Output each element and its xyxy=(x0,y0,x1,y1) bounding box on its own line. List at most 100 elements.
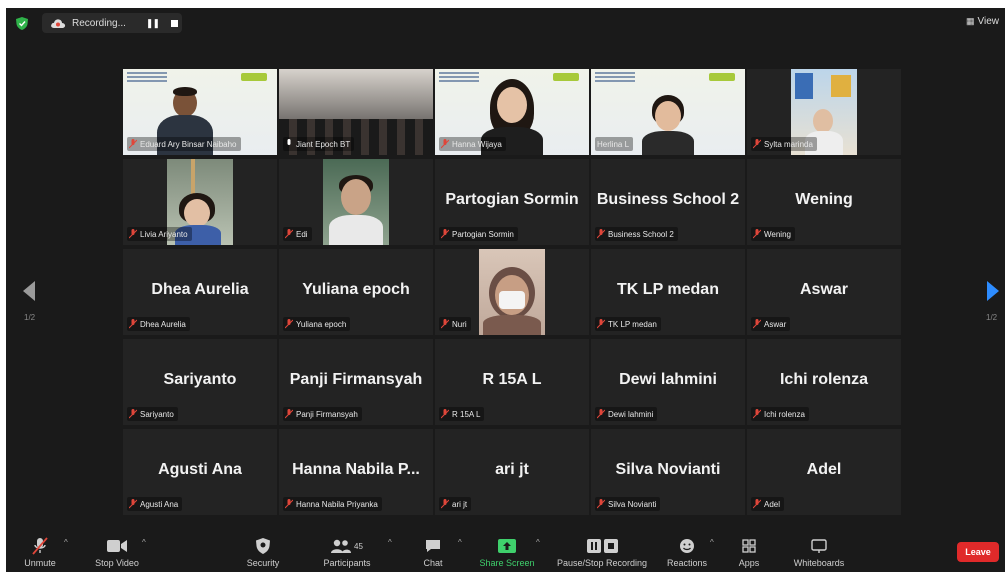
muted-mic-icon xyxy=(753,139,761,149)
security-button[interactable]: Security xyxy=(228,536,298,568)
security-shield-icon[interactable] xyxy=(16,17,28,30)
leave-button[interactable]: Leave xyxy=(957,542,999,562)
participant-tile[interactable]: Aswar Aswar xyxy=(747,249,901,335)
recording-label: Recording... xyxy=(72,17,126,29)
participant-name-label: Herlina L xyxy=(595,137,634,151)
participant-name: Livia Ariyanto xyxy=(140,229,188,239)
participant-tile[interactable]: Adel Adel xyxy=(747,429,901,515)
audio-options-caret-icon[interactable]: ^ xyxy=(64,538,68,547)
whiteboard-icon xyxy=(811,539,827,553)
participant-name: Yuliana epoch xyxy=(296,319,347,329)
apps-icon xyxy=(742,539,756,553)
pause-stop-recording-button[interactable]: Pause/Stop Recording xyxy=(552,536,652,568)
participant-display-name: Partogian Sormin xyxy=(445,191,579,208)
participant-tile[interactable]: Wening Wening xyxy=(747,159,901,245)
participant-name: Business School 2 xyxy=(608,229,674,239)
participant-tile[interactable]: Jiant Epoch BT xyxy=(279,69,433,155)
muted-mic-icon xyxy=(753,229,761,239)
cloud-record-icon xyxy=(51,18,66,28)
participants-options-caret-icon[interactable]: ^ xyxy=(388,538,392,547)
participant-name: Eduard Ary Binsar Naibaho xyxy=(140,139,237,149)
pause-icon xyxy=(586,539,601,553)
participant-tile[interactable]: Silva Novianti Silva Novianti xyxy=(591,429,745,515)
apps-label: Apps xyxy=(738,558,760,568)
muted-mic-icon xyxy=(285,319,293,329)
participant-tile[interactable]: Dhea Aurelia Dhea Aurelia xyxy=(123,249,277,335)
participant-display-name: Dhea Aurelia xyxy=(151,281,249,298)
share-screen-button[interactable]: Share Screen xyxy=(472,536,542,568)
muted-mic-icon xyxy=(129,139,137,149)
participant-tile[interactable]: R 15A L R 15A L xyxy=(435,339,589,425)
participant-name-label: Hanna Wijaya xyxy=(439,137,506,151)
unmuted-mic-icon xyxy=(287,139,291,145)
participant-name: Silva Novianti xyxy=(608,499,657,509)
zoom-meeting-window: Recording... ❚❚ ▦ View 1/2 1/2 Eduard Ar… xyxy=(6,8,1005,572)
video-options-caret-icon[interactable]: ^ xyxy=(142,538,146,547)
participant-tile[interactable]: Nuri xyxy=(435,249,589,335)
reactions-label: Reactions xyxy=(666,558,708,568)
participant-tile[interactable]: Hanna Wijaya xyxy=(435,69,589,155)
next-page-arrow-icon[interactable] xyxy=(986,280,1000,302)
stop-icon[interactable] xyxy=(171,19,179,27)
recording-indicator: Recording... ❚❚ xyxy=(42,13,182,33)
gallery-view: Eduard Ary Binsar Naibaho Jiant Epoch BT xyxy=(123,69,903,517)
chat-options-caret-icon[interactable]: ^ xyxy=(458,538,462,547)
participant-name-label: Adel xyxy=(751,497,785,511)
participant-tile[interactable]: Business School 2 Business School 2 xyxy=(591,159,745,245)
participant-name: Dewi lahmini xyxy=(608,409,654,419)
participant-name: Ichi rolenza xyxy=(764,409,805,419)
participant-tile[interactable]: Partogian Sormin Partogian Sormin xyxy=(435,159,589,245)
participant-name-label: Nuri xyxy=(439,317,471,331)
pause-icon[interactable]: ❚❚ xyxy=(146,18,160,29)
chat-label: Chat xyxy=(423,558,443,568)
participant-tile[interactable]: Panji Firmansyah Panji Firmansyah xyxy=(279,339,433,425)
participant-tile[interactable]: ari jt ari jt xyxy=(435,429,589,515)
muted-mic-icon xyxy=(129,319,137,329)
muted-mic-icon xyxy=(129,409,137,419)
participant-tile[interactable]: Eduard Ary Binsar Naibaho xyxy=(123,69,277,155)
participants-label: Participants xyxy=(323,558,371,568)
whiteboards-button[interactable]: Whiteboards xyxy=(784,536,854,568)
participant-tile[interactable]: Herlina L xyxy=(591,69,745,155)
participant-tile[interactable]: Agusti Ana Agusti Ana xyxy=(123,429,277,515)
participant-display-name: Wening xyxy=(795,191,853,208)
participant-name-label: Livia Ariyanto xyxy=(127,227,192,241)
participant-tile[interactable]: TK LP medan TK LP medan xyxy=(591,249,745,335)
participant-name: Herlina L xyxy=(597,139,630,149)
participant-tile[interactable]: Edi xyxy=(279,159,433,245)
previous-page-arrow-icon[interactable] xyxy=(22,280,36,302)
participants-button[interactable]: 45 Participants xyxy=(312,536,382,568)
participant-name-label: Aswar xyxy=(751,317,791,331)
muted-mic-icon xyxy=(753,409,761,419)
participant-tile[interactable]: Hanna Nabila P... Hanna Nabila Priyanka xyxy=(279,429,433,515)
smiley-reaction-icon xyxy=(680,539,694,553)
participant-name-label: Edi xyxy=(283,227,312,241)
participant-name-label: Yuliana epoch xyxy=(283,317,351,331)
participant-display-name: TK LP medan xyxy=(617,281,719,298)
participant-tile[interactable]: Livia Ariyanto xyxy=(123,159,277,245)
view-button[interactable]: ▦ View xyxy=(966,16,999,27)
participant-name: Nuri xyxy=(452,319,467,329)
participant-name: Wening xyxy=(764,229,791,239)
security-shield-icon xyxy=(256,538,270,554)
apps-button[interactable]: Apps xyxy=(714,536,784,568)
muted-mic-icon xyxy=(597,319,605,329)
share-screen-icon xyxy=(498,539,516,553)
meeting-toolbar: Unmute ^ Stop Video ^ Security 45 Partic… xyxy=(6,532,1005,572)
muted-mic-icon xyxy=(285,229,293,239)
participant-tile[interactable]: Dewi lahmini Dewi lahmini xyxy=(591,339,745,425)
participant-display-name: Yuliana epoch xyxy=(302,281,410,298)
participants-icon xyxy=(331,539,352,553)
participant-name-label: ari jt xyxy=(439,497,472,511)
participant-tile[interactable]: Sariyanto Sariyanto xyxy=(123,339,277,425)
participant-name: ari jt xyxy=(452,499,468,509)
unmute-button[interactable]: Unmute xyxy=(8,536,72,568)
participant-name: Panji Firmansyah xyxy=(296,409,358,419)
participant-tile[interactable]: Yuliana epoch Yuliana epoch xyxy=(279,249,433,335)
participant-name: Adel xyxy=(764,499,781,509)
participant-video xyxy=(323,159,389,245)
participant-name-label: Hanna Nabila Priyanka xyxy=(283,497,382,511)
share-options-caret-icon[interactable]: ^ xyxy=(536,538,540,547)
participant-tile[interactable]: Ichi rolenza Ichi rolenza xyxy=(747,339,901,425)
participant-tile[interactable]: Sylta marinda xyxy=(747,69,901,155)
